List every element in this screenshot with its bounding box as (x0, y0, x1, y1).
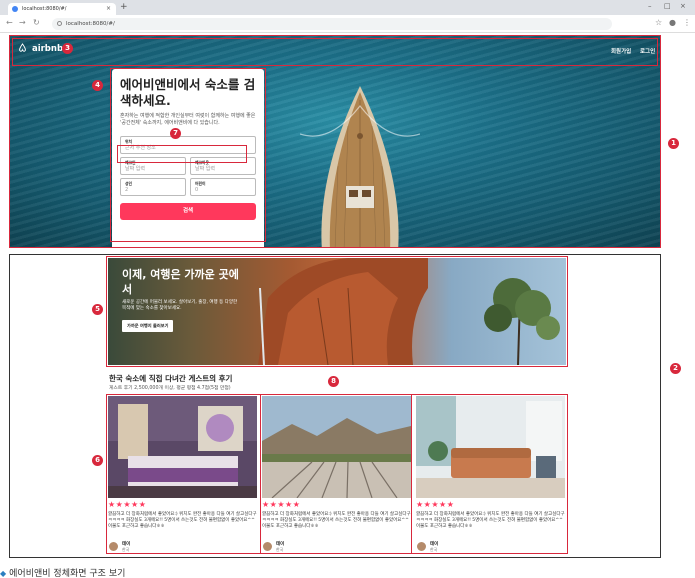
review-text: 깔끔하고 더 장화처럼에서 좋았어요:) 위치도 완전 좋아용 다들 여기 살고… (262, 512, 411, 529)
author-country: 한국 (276, 546, 284, 552)
browser-tab-strip: localhost:8080/#/ × + – □ × (0, 0, 695, 15)
annotation-badge-8: 8 (328, 376, 339, 387)
review-author: 테이 한국 (416, 541, 438, 552)
checkin-field[interactable]: 체크인 날짜 입력 (120, 157, 186, 175)
bedroom-image (108, 396, 257, 498)
caption-text: 에어비앤비 정체화면 구조 보기 (9, 569, 126, 578)
minimize-button[interactable]: – (648, 2, 652, 10)
review-text: 깔끔하고 더 장화처럼에서 좋았어요:) 위치도 완전 좋아용 다들 여기 살고… (108, 512, 257, 529)
cliff-image (258, 258, 428, 365)
rating-stars: ★★★★★ (262, 500, 301, 509)
checkin-input[interactable]: 날짜 입력 (125, 165, 181, 173)
browser-toolbar: ← → ↻ localhost:8080/#/ ☆ ● ⋮ (0, 15, 695, 33)
annotation-badge-6: 6 (92, 455, 103, 466)
tab-close-icon[interactable]: × (106, 3, 111, 15)
author-name: 테이 (430, 541, 439, 547)
promo-content: 이제, 여행은 가까운 곳에서 새로운 공간에 머물러 보세요. 살아보기, 출… (122, 267, 242, 332)
annotation-badge-2: 2 (670, 363, 681, 374)
menu-icon[interactable]: ⋮ (683, 18, 691, 27)
bookmark-star-icon[interactable]: ☆ (655, 18, 662, 27)
figure-caption: ◆ 에어비앤비 정체화면 구조 보기 (0, 566, 125, 578)
tab-title: localhost:8080/#/ (22, 6, 67, 12)
reviews-title: 한국 숙소에 직접 다녀간 게스트의 후기 (109, 374, 233, 383)
location-field[interactable]: 위치 근처 추천 장소 (120, 136, 256, 154)
rating-stars: ★★★★★ (108, 500, 147, 509)
children-input[interactable]: 0 (195, 186, 251, 194)
hero-section: airbnb 회원가입 로그인 에어비앤비에서 숙소를 검색하세요. 혼자하는 … (10, 36, 660, 247)
back-icon[interactable]: ← (6, 18, 13, 27)
review-card[interactable]: ★★★★★ 깔끔하고 더 장화처럼에서 좋았어요:) 위치도 완전 좋아용 다들… (108, 396, 257, 554)
review-cards: ★★★★★ 깔끔하고 더 장화처럼에서 좋았어요:) 위치도 완전 좋아용 다들… (108, 396, 566, 554)
author-name: 테이 (276, 541, 285, 547)
login-link[interactable]: 로그인 (640, 47, 655, 55)
search-title: 에어비앤비에서 숙소를 검색하세요. (120, 77, 256, 108)
date-row: 체크인 날짜 입력 체크아웃 날짜 입력 (120, 154, 256, 175)
annotation-badge-7: 7 (170, 128, 181, 139)
children-field[interactable]: 어린이 0 (190, 178, 256, 196)
boat-image (300, 86, 420, 247)
info-icon (57, 21, 62, 26)
new-tab-button[interactable]: + (120, 2, 128, 12)
author-name: 테이 (122, 541, 131, 547)
tree-image (484, 278, 560, 365)
reviews-subtitle: 게스트 후기 2,500,000개 이상, 평균 평점 4.7점(5점 만점) (109, 386, 231, 391)
review-author: 테이 한국 (262, 541, 284, 552)
avatar (262, 541, 273, 552)
forward-icon[interactable]: → (19, 18, 26, 27)
checkout-input[interactable]: 날짜 입력 (195, 165, 251, 173)
avatar (416, 541, 427, 552)
author-country: 한국 (122, 546, 130, 552)
search-button[interactable]: 검색 (120, 203, 256, 220)
maximize-button[interactable]: □ (664, 2, 671, 10)
address-bar[interactable]: localhost:8080/#/ (52, 18, 612, 30)
url-text: localhost:8080/#/ (66, 21, 115, 27)
signup-link[interactable]: 회원가입 (611, 47, 631, 55)
annotation-badge-3: 3 (62, 43, 73, 54)
browser-tab[interactable]: localhost:8080/#/ × (8, 3, 116, 15)
living-room-image (416, 396, 565, 498)
logo-text: airbnb (31, 44, 64, 54)
terrace-image (262, 396, 411, 498)
guest-row: 성인 2 어린이 0 (120, 175, 256, 196)
profile-icon[interactable]: ● (669, 18, 676, 27)
checkout-field[interactable]: 체크아웃 날짜 입력 (190, 157, 256, 175)
reload-icon[interactable]: ↻ (33, 18, 40, 27)
review-card[interactable]: ★★★★★ 깔끔하고 더 장화처럼에서 좋았어요:) 위치도 완전 좋아용 다들… (262, 396, 411, 554)
airbnb-logo-icon (19, 43, 26, 52)
promo-title: 이제, 여행은 가까운 곳에서 (122, 268, 239, 296)
location-input[interactable]: 근처 추천 장소 (125, 144, 251, 152)
favicon-icon (12, 6, 18, 12)
review-card[interactable]: ★★★★★ 깔끔하고 더 장화처럼에서 좋았어요:) 위치도 완전 좋아용 다들… (416, 396, 565, 554)
search-description: 혼자하는 여행에 적합한 개인실부터 여럿이 함께하는 여행에 좋은 '공간전체… (120, 113, 256, 126)
review-author: 테이 한국 (108, 541, 130, 552)
adults-field[interactable]: 성인 2 (120, 178, 186, 196)
search-card: 에어비앤비에서 숙소를 검색하세요. 혼자하는 여행에 적합한 개인실부터 여럿… (112, 69, 264, 247)
promo-banner: 이제, 여행은 가까운 곳에서 새로운 공간에 머물러 보세요. 살아보기, 출… (108, 258, 566, 365)
diamond-icon: ◆ (0, 569, 7, 578)
annotation-badge-4: 4 (92, 80, 103, 91)
top-nav: airbnb 회원가입 로그인 (10, 36, 660, 64)
annotation-badge-5: 5 (92, 304, 103, 315)
annotation-badge-1: 1 (668, 138, 679, 149)
author-country: 한국 (430, 546, 438, 552)
promo-description: 새로운 공간에 머물러 보세요. 살아보기, 출장, 여행 등 다양한 목적에 … (122, 300, 238, 311)
avatar (108, 541, 119, 552)
explore-nearby-button[interactable]: 가까운 여행지 둘러보기 (122, 320, 174, 332)
rating-stars: ★★★★★ (416, 500, 455, 509)
review-text: 깔끔하고 더 장화처럼에서 좋았어요:) 위치도 완전 좋아용 다들 여기 살고… (416, 512, 565, 529)
airbnb-logo[interactable]: airbnb (18, 43, 63, 54)
window-close-button[interactable]: × (680, 2, 686, 10)
adults-input[interactable]: 2 (125, 186, 181, 194)
